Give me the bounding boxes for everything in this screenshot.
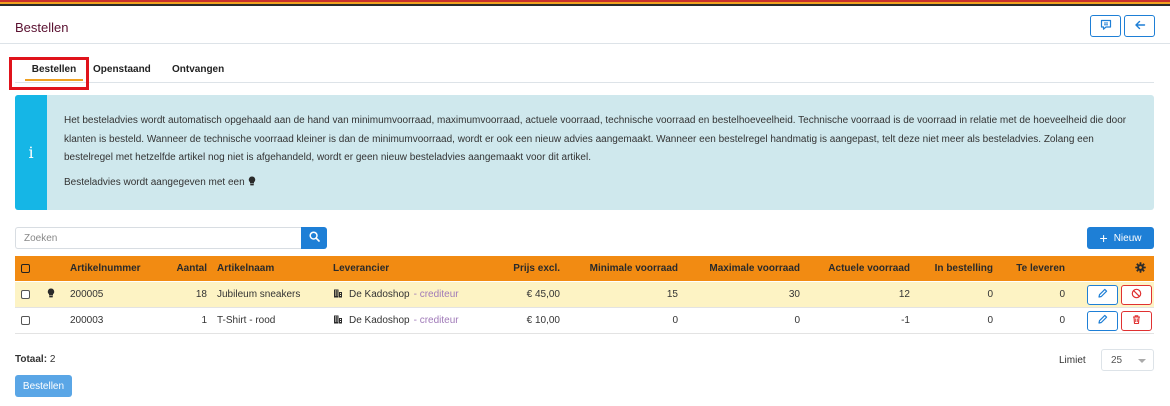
edit-button[interactable] (1087, 285, 1118, 305)
col-artikelnaam[interactable]: Artikelnaam (217, 256, 274, 281)
leverancier-name[interactable]: De Kadoshop (349, 315, 410, 326)
comment-button[interactable] (1090, 15, 1121, 37)
row-checkbox-cell (21, 308, 30, 333)
col-min-voorraad[interactable]: Minimale voorraad (570, 256, 678, 281)
column-settings-button[interactable] (1135, 256, 1146, 281)
table-row[interactable]: 200005 18 Jubileum sneakers De Kadoshop … (15, 282, 1154, 308)
col-aantal[interactable]: Aantal (165, 256, 207, 281)
limit-value: 25 (1111, 354, 1123, 366)
cell-max-voorraad: 0 (794, 315, 800, 326)
search-button[interactable] (301, 227, 327, 249)
col-artikelnummer[interactable]: Artikelnummer (70, 256, 141, 281)
table-row[interactable]: 200003 1 T-Shirt - rood De Kadoshop - cr… (15, 308, 1154, 334)
total-label: Totaal: (15, 354, 48, 365)
col-prijs[interactable]: Prijs excl. (485, 256, 560, 281)
leverancier-type: - crediteur (413, 289, 459, 300)
advice-indicator (47, 282, 55, 307)
limit-select[interactable]: 25 (1101, 349, 1154, 371)
back-button[interactable] (1124, 15, 1155, 37)
advice-note: Besteladvies wordt aangegeven met een (64, 176, 256, 189)
total-value: 2 (49, 354, 56, 365)
building-icon (333, 288, 343, 301)
leverancier-name[interactable]: De Kadoshop (349, 289, 410, 300)
cell-aantal: 18 (195, 289, 207, 300)
col-in-bestelling[interactable]: In bestelling (920, 256, 993, 281)
cell-in-bestelling: 0 (987, 315, 993, 326)
tab-label: Openstaand (93, 64, 151, 75)
page-header: Bestellen (0, 6, 1170, 44)
leverancier-type: - crediteur (413, 315, 459, 326)
select-all-checkbox[interactable] (21, 264, 30, 273)
search-input[interactable] (15, 227, 301, 249)
cancel-button[interactable] (1121, 285, 1152, 305)
tab-openstaand[interactable]: Openstaand (93, 58, 151, 83)
order-button[interactable]: Bestellen (15, 375, 72, 397)
info-text: Het besteladvies wordt automatisch opgeh… (64, 115, 1127, 163)
table-header: Artikelnummer Aantal Artikelnaam Leveran… (15, 256, 1154, 281)
cell-artikelnummer: 200003 (70, 315, 104, 326)
info-box: i Het besteladvies wordt automatisch opg… (15, 95, 1154, 210)
row-checkbox[interactable] (21, 290, 30, 299)
col-leverancier[interactable]: Leverancier (333, 256, 389, 281)
delete-button[interactable] (1121, 311, 1152, 331)
advice-note-text: Besteladvies wordt aangegeven met een (64, 177, 245, 188)
cell-artikelnaam: T-Shirt - rood (217, 315, 276, 326)
cell-leverancier: De Kadoshop - crediteur (333, 308, 459, 333)
limit-label: Limiet (1059, 355, 1086, 366)
lightbulb-icon (248, 176, 256, 189)
new-button-label: Nieuw (1113, 232, 1142, 244)
gear-icon (1135, 261, 1146, 276)
cell-min-voorraad: 0 (672, 315, 678, 326)
row-checkbox-cell (21, 282, 30, 307)
cell-artikelnummer: 200005 (70, 289, 104, 300)
cell-actuele-voorraad: -1 (901, 315, 910, 326)
cell-leverancier: De Kadoshop - crediteur (333, 282, 459, 307)
cell-artikelnaam: Jubileum sneakers (217, 289, 301, 300)
info-icon: i (15, 95, 47, 210)
pencil-icon (1097, 288, 1108, 302)
cell-in-bestelling: 0 (987, 289, 993, 300)
page-title: Bestellen (15, 20, 69, 35)
col-actuele-voorraad[interactable]: Actuele voorraad (810, 256, 910, 281)
col-max-voorraad[interactable]: Maximale voorraad (688, 256, 800, 281)
tab-ontvangen[interactable]: Ontvangen (172, 58, 224, 83)
select-all-checkbox-cell (21, 256, 30, 281)
trash-icon (1131, 314, 1142, 328)
row-checkbox[interactable] (21, 316, 30, 325)
cell-te-leveren: 0 (1059, 289, 1065, 300)
new-button[interactable]: + Nieuw (1087, 227, 1154, 249)
cell-actuele-voorraad: 12 (898, 289, 910, 300)
col-te-leveren[interactable]: Te leveren (1000, 256, 1065, 281)
cell-prijs: € 10,00 (526, 315, 560, 326)
cell-max-voorraad: 30 (788, 289, 800, 300)
tab-bar: Bestellen Openstaand Ontvangen (15, 58, 1154, 83)
edit-button[interactable] (1087, 311, 1118, 331)
total-count: Totaal: 2 (15, 354, 55, 365)
plus-icon: + (1099, 230, 1108, 246)
cell-prijs: € 45,00 (526, 289, 560, 300)
cell-aantal: 1 (201, 315, 207, 326)
ban-icon (1131, 288, 1142, 302)
pencil-icon (1097, 314, 1108, 328)
cell-min-voorraad: 15 (666, 289, 678, 300)
chevron-down-icon (1138, 359, 1146, 363)
tab-label: Ontvangen (172, 64, 225, 75)
arrow-left-icon (1134, 19, 1146, 34)
building-icon (333, 314, 343, 327)
search-icon (308, 231, 320, 245)
cell-te-leveren: 0 (1059, 315, 1065, 326)
comment-icon (1100, 19, 1112, 34)
lightbulb-icon (47, 288, 55, 301)
tab-highlight-box (9, 57, 89, 90)
